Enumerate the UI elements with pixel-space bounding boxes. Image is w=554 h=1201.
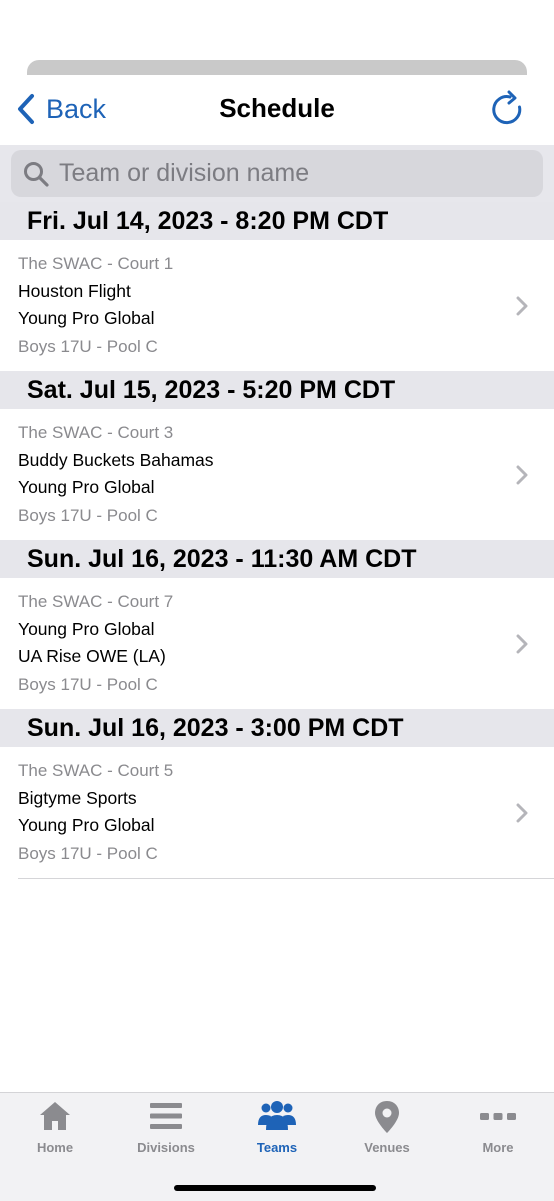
- game-team-2: Young Pro Global: [18, 308, 155, 328]
- chevron-right-icon: [516, 296, 528, 316]
- game-row[interactable]: The SWAC - Court 3 Buddy Buckets Bahamas…: [0, 409, 554, 540]
- tab-teams[interactable]: Teams: [222, 1099, 332, 1159]
- tab-label: Teams: [256, 1140, 298, 1155]
- tab-label: More: [482, 1140, 514, 1155]
- game-venue: The SWAC - Court 3: [18, 423, 174, 442]
- game-team-2: Young Pro Global: [18, 477, 155, 497]
- tab-home[interactable]: Home: [0, 1099, 110, 1159]
- game-row[interactable]: The SWAC - Court 1 Houston Flight Young …: [0, 240, 554, 371]
- game-venue: The SWAC - Court 7: [18, 592, 174, 611]
- game-row[interactable]: The SWAC - Court 5 Bigtyme Sports Young …: [0, 747, 554, 878]
- location-pin-icon: [375, 1101, 399, 1133]
- tab-venues[interactable]: Venues: [332, 1099, 442, 1159]
- game-division: Boys 17U - Pool C: [18, 675, 158, 694]
- home-icon: [40, 1102, 70, 1130]
- chevron-right-icon: [516, 465, 528, 485]
- tab-label: Divisions: [137, 1140, 195, 1155]
- refresh-icon[interactable]: [488, 89, 528, 129]
- date-section-header: Fri. Jul 14, 2023 - 8:20 PM CDT: [0, 202, 554, 240]
- tab-label: Home: [36, 1140, 74, 1155]
- page-title: Schedule: [219, 93, 335, 123]
- game-division: Boys 17U - Pool C: [18, 337, 158, 356]
- schedule-sheet: Back Schedule Fri. Jul 14, 2023 - 8:20 P…: [0, 75, 554, 1200]
- people-icon: [258, 1101, 296, 1130]
- game-team-1: Bigtyme Sports: [18, 788, 137, 808]
- search-field[interactable]: [11, 150, 543, 197]
- list-divider: [18, 878, 554, 879]
- game-venue: The SWAC - Court 1: [18, 254, 174, 273]
- more-dots-icon: [480, 1113, 516, 1120]
- game-team-2: UA Rise OWE (LA): [18, 646, 166, 666]
- chevron-right-icon: [516, 803, 528, 823]
- game-team-2: Young Pro Global: [18, 815, 155, 835]
- search-input[interactable]: [57, 158, 521, 189]
- tab-label: Venues: [364, 1140, 410, 1155]
- date-section-header: Sun. Jul 16, 2023 - 11:30 AM CDT: [0, 540, 554, 578]
- chevron-right-icon: [516, 634, 528, 654]
- tab-more[interactable]: More: [443, 1099, 553, 1159]
- date-section-header: Sat. Jul 15, 2023 - 5:20 PM CDT: [0, 371, 554, 409]
- tab-divisions[interactable]: Divisions: [111, 1099, 221, 1159]
- search-bar: [0, 145, 554, 202]
- game-division: Boys 17U - Pool C: [18, 506, 158, 525]
- search-icon: [24, 161, 49, 187]
- game-venue: The SWAC - Court 5: [18, 761, 174, 780]
- game-row[interactable]: The SWAC - Court 7 Young Pro Global UA R…: [0, 578, 554, 709]
- game-team-1: Buddy Buckets Bahamas: [18, 450, 214, 470]
- list-icon: [150, 1103, 182, 1129]
- game-team-1: Young Pro Global: [18, 619, 155, 639]
- game-division: Boys 17U - Pool C: [18, 844, 158, 863]
- game-team-1: Houston Flight: [18, 281, 131, 301]
- schedule-list: Fri. Jul 14, 2023 - 8:20 PM CDT The SWAC…: [0, 202, 554, 879]
- date-section-header: Sun. Jul 16, 2023 - 3:00 PM CDT: [0, 709, 554, 747]
- navigation-bar: Back Schedule: [0, 75, 554, 145]
- home-indicator: [174, 1185, 376, 1191]
